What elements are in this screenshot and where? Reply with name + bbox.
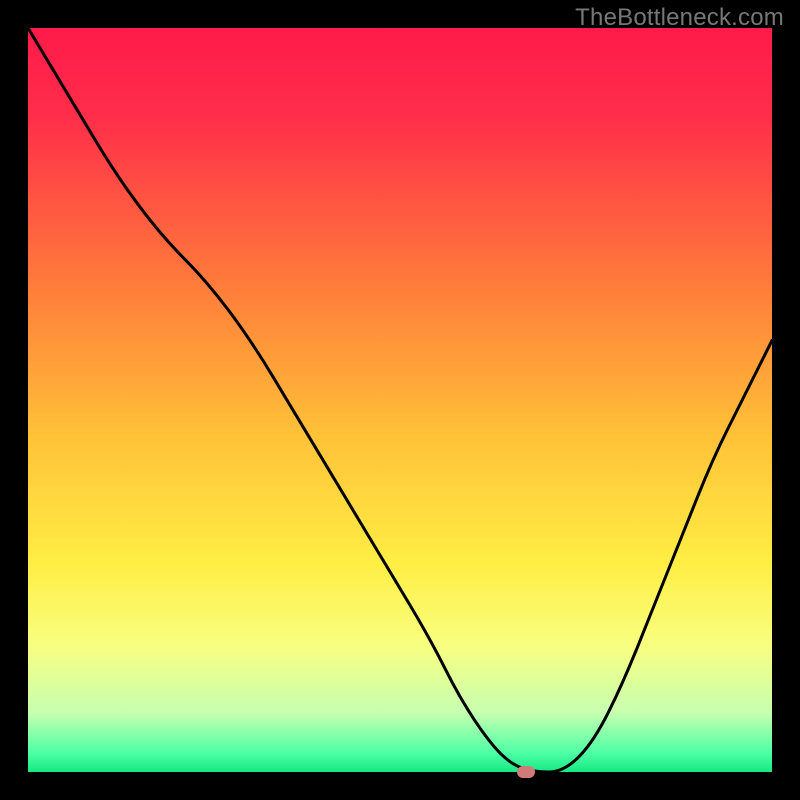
optimal-point-marker	[517, 766, 535, 778]
bottleneck-plot	[28, 28, 772, 772]
heat-gradient-background	[28, 28, 772, 772]
chart-frame: TheBottleneck.com	[0, 0, 800, 800]
